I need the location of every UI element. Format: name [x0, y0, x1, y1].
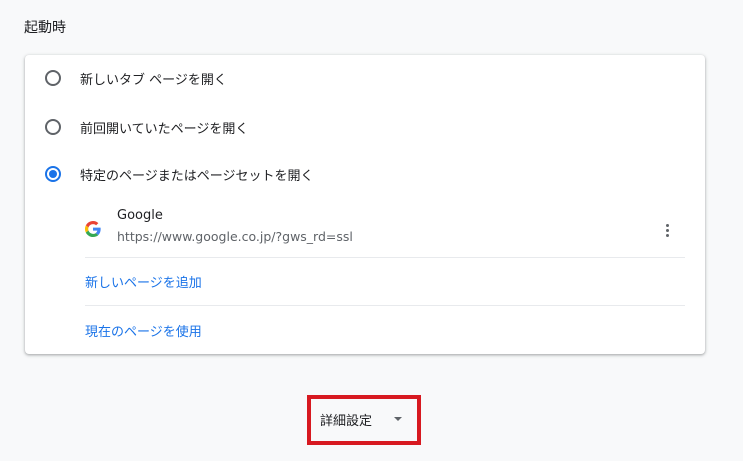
more-vert-icon [665, 233, 669, 237]
section-title: 起動時 [24, 20, 66, 36]
startup-option-new-tab[interactable]: 新しいタブ ページを開く [45, 66, 227, 90]
more-vert-icon [665, 223, 669, 227]
use-current-pages-link[interactable]: 現在のページを使用 [85, 306, 685, 354]
startup-page-name: Google [117, 208, 163, 223]
more-actions-button[interactable] [653, 216, 681, 244]
chevron-down-icon [394, 417, 402, 421]
add-new-page-link[interactable]: 新しいページを追加 [85, 257, 685, 306]
startup-option-label: 前回開いていたページを開く [80, 121, 249, 137]
radio-button-selected[interactable] [45, 166, 61, 182]
startup-page-entry: Google https://www.google.co.jp/?gws_rd=… [85, 203, 685, 258]
more-vert-icon [665, 228, 669, 232]
startup-settings-card: 新しいタブ ページを開く 前回開いていたページを開く 特定のページまたはページセ… [25, 55, 705, 354]
startup-page-url: https://www.google.co.jp/?gws_rd=ssl [117, 229, 353, 244]
radio-button[interactable] [45, 119, 61, 135]
startup-option-continue[interactable]: 前回開いていたページを開く [45, 115, 248, 139]
startup-option-specific-pages[interactable]: 特定のページまたはページセットを開く [45, 162, 313, 186]
google-favicon-icon [85, 221, 101, 237]
radio-button[interactable] [45, 70, 61, 86]
advanced-settings-button[interactable]: 詳細設定 [312, 404, 416, 434]
startup-option-label: 特定のページまたはページセットを開く [80, 168, 314, 184]
startup-option-label: 新しいタブ ページを開く [80, 72, 227, 88]
advanced-settings-label: 詳細設定 [320, 413, 373, 429]
